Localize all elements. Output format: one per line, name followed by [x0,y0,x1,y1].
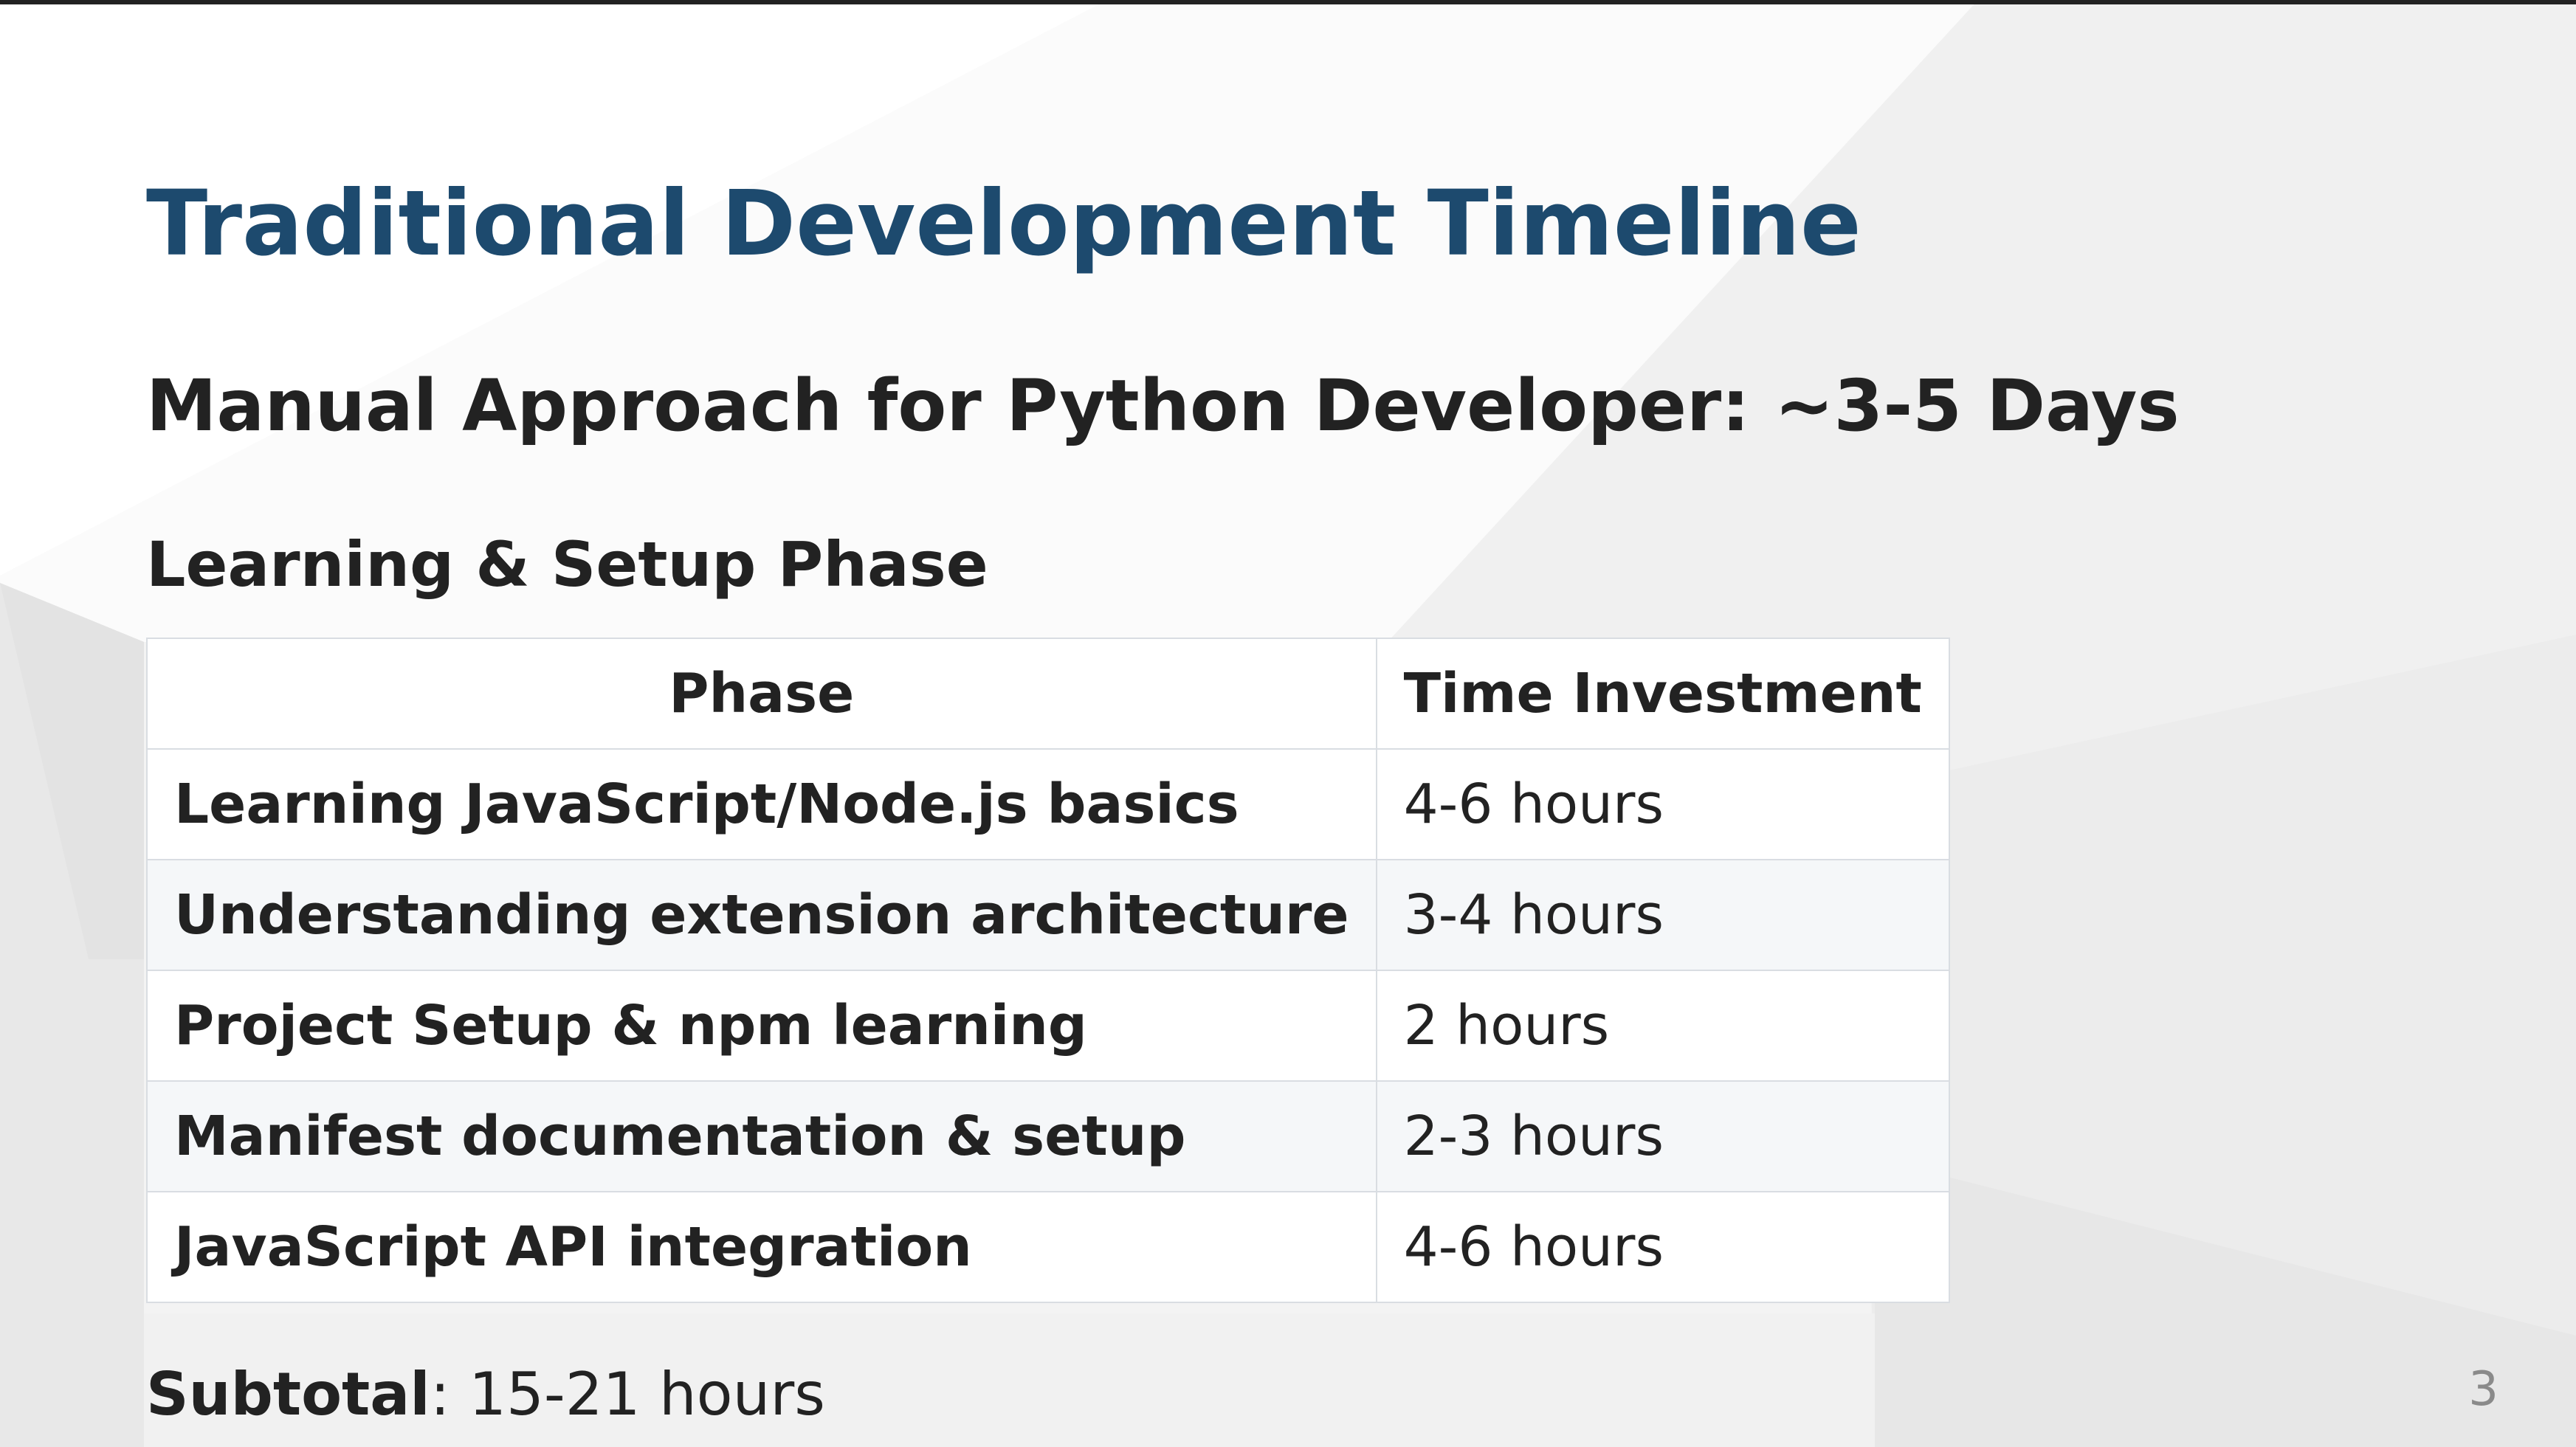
slide: Traditional Development Timeline Manual … [0,0,2576,1447]
time-cell: 4-6 hours [1375,748,1950,860]
table-row: Understanding extension architecture 3-4… [146,859,1950,971]
column-header-phase: Phase [146,638,1377,750]
time-cell: 3-4 hours [1375,859,1950,971]
subtotal-label: Subtotal [146,1360,430,1429]
slide-subtitle: Manual Approach for Python Developer: ~3… [146,365,2180,447]
table-header-row: Phase Time Investment [146,638,1950,750]
table-row: Learning JavaScript/Node.js basics 4-6 h… [146,748,1950,860]
phase-cell: Manifest documentation & setup [146,1080,1377,1192]
table-row: Project Setup & npm learning 2 hours [146,970,1950,1082]
subtotal-value: 15-21 hours [469,1360,825,1429]
phase-cell: JavaScript API integration [146,1191,1377,1303]
phase-cell: Project Setup & npm learning [146,970,1377,1082]
time-cell: 4-6 hours [1375,1191,1950,1303]
phase-cell: Understanding extension architecture [146,859,1377,971]
subtotal-separator: : [430,1360,469,1429]
phase-time-table: Phase Time Investment Learning JavaScrip… [146,638,1950,1303]
phase-cell: Learning JavaScript/Node.js basics [146,748,1377,860]
subtotal-line: Subtotal: 15-21 hours [146,1350,825,1439]
time-cell: 2 hours [1375,970,1950,1082]
column-header-time-investment: Time Investment [1375,638,1950,750]
table-row: JavaScript API integration 4-6 hours [146,1191,1950,1303]
page-number: 3 [2468,1362,2498,1417]
top-border [0,0,2576,4]
section-heading: Learning & Setup Phase [146,528,988,601]
slide-title: Traditional Development Timeline [146,171,1862,276]
table-row: Manifest documentation & setup 2-3 hours [146,1080,1950,1192]
time-cell: 2-3 hours [1375,1080,1950,1192]
